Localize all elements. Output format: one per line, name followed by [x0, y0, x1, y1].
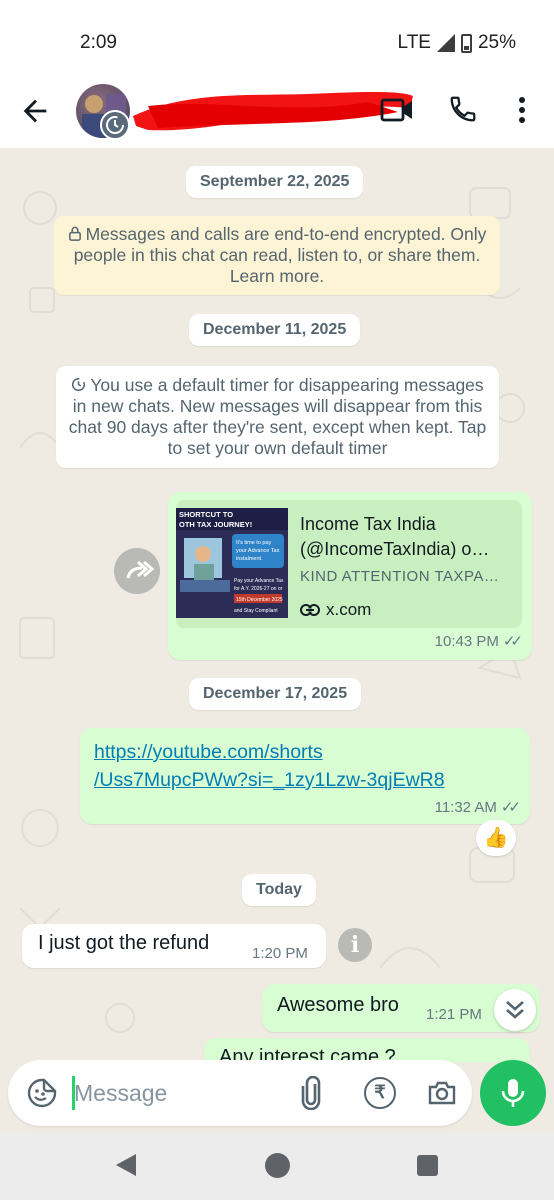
more-options-icon[interactable] [512, 94, 532, 126]
message-meta: 11:32 AM ✓✓ [434, 798, 521, 817]
status-time: 2:09 [80, 32, 117, 53]
svg-text:It's time to pay: It's time to pay [236, 540, 272, 546]
message-time: 11:32 AM [434, 798, 497, 816]
encryption-notice[interactable]: Messages and calls are end-to-end encryp… [54, 216, 500, 295]
chat-area[interactable]: September 22, 2025 Messages and calls ar… [0, 148, 554, 1062]
svg-text:and Stay Compliant: and Stay Compliant [234, 608, 278, 614]
date-separator: September 22, 2025 [186, 166, 364, 198]
read-receipt-icon: ✓✓ [500, 799, 521, 816]
forward-icon [126, 560, 155, 579]
message-meta: 10:43 PM ✓✓ [434, 632, 523, 651]
message-time: 10:43 PM [434, 632, 499, 650]
date-separator: December 11, 2025 [189, 314, 361, 346]
link-icon [300, 604, 320, 616]
svg-text:your Advance Tax: your Advance Tax [236, 548, 280, 554]
svg-text:SHORTCUT TO: SHORTCUT TO [179, 510, 233, 519]
youtube-link[interactable]: https://youtube.com/shorts /Uss7MupcPWw?… [94, 738, 445, 794]
payment-rupee-icon[interactable]: ₹ [364, 1077, 396, 1109]
youtube-link-line-2[interactable]: /Uss7MupcPWw?si=_1zy1Lzw-3qjEwR8 [94, 766, 445, 794]
voice-record-button[interactable] [480, 1060, 546, 1126]
network-type: LTE [397, 32, 431, 53]
chat-header [0, 80, 554, 148]
encryption-notice-text: Messages and calls are end-to-end encryp… [73, 224, 487, 286]
svg-text:for A.Y. 2026-27 on or: for A.Y. 2026-27 on or [234, 586, 283, 592]
battery-icon [460, 33, 472, 53]
forward-button[interactable] [114, 548, 160, 594]
message-composer: ₹ [8, 1060, 472, 1126]
timer-notice-text: You use a default timer for disappearing… [68, 375, 487, 458]
nav-recents-icon[interactable] [417, 1155, 438, 1176]
incoming-message[interactable]: I just got the refund 1:20 PM [22, 924, 326, 968]
read-receipt-icon: ✓✓ [502, 633, 523, 650]
message-time: 1:21 PM [426, 1006, 482, 1023]
link-preview-domain: x.com [300, 600, 371, 620]
nav-back-icon[interactable] [116, 1154, 136, 1176]
svg-text:Pay your Advance Tax: Pay your Advance Tax [234, 578, 284, 584]
svg-text:15th December 2025: 15th December 2025 [236, 597, 283, 603]
status-indicators: LTE 25% [398, 32, 516, 54]
microphone-icon [501, 1079, 525, 1107]
message-time: 1:20 PM [252, 945, 308, 962]
link-preview-thumbnail: SHORTCUT TO OTH TAX JOURNEY! It's time t… [176, 508, 288, 618]
disappearing-timer-notice[interactable]: You use a default timer for disappearing… [56, 366, 499, 468]
link-preview-title: Income Tax India (@IncomeTaxIndia) o… [300, 514, 490, 559]
sticker-emoji-icon[interactable] [26, 1077, 58, 1109]
outgoing-youtube-message[interactable]: https://youtube.com/shorts /Uss7MupcPWw?… [80, 728, 530, 824]
lock-icon [68, 226, 81, 241]
message-text: Awesome bro [277, 994, 399, 1016]
info-icon[interactable]: i [338, 928, 372, 962]
thumbs-up-reaction[interactable]: 👍 [476, 820, 516, 856]
date-separator: Today [242, 874, 316, 906]
battery-level: 25% [477, 32, 516, 53]
signal-icon [436, 34, 455, 52]
voice-call-icon[interactable] [448, 94, 478, 124]
back-arrow-icon[interactable] [18, 94, 52, 128]
disappearing-timer-badge-icon [100, 110, 130, 140]
scroll-to-bottom-button[interactable] [494, 989, 536, 1031]
outgoing-message-partial[interactable]: Any interest came ? [204, 1038, 530, 1062]
video-call-icon[interactable] [380, 97, 414, 123]
link-preview-description: KIND ATTENTION TAXPA… [300, 568, 500, 585]
svg-text:instalment.: instalment. [236, 556, 263, 562]
timer-icon [72, 377, 86, 392]
date-separator: December 17, 2025 [189, 678, 362, 710]
status-bar: 2:09 LTE 25% [0, 0, 554, 80]
message-input[interactable] [74, 1072, 274, 1114]
message-text: I just got the refund [38, 932, 210, 954]
camera-icon[interactable] [426, 1077, 458, 1109]
link-domain-text: x.com [326, 600, 372, 619]
outgoing-link-message[interactable]: SHORTCUT TO OTH TAX JOURNEY! It's time t… [168, 492, 532, 660]
redacted-contact-name[interactable] [128, 86, 418, 136]
system-navigation-bar [0, 1132, 554, 1200]
link-preview-card[interactable]: SHORTCUT TO OTH TAX JOURNEY! It's time t… [176, 500, 522, 628]
svg-text:OTH TAX JOURNEY!: OTH TAX JOURNEY! [179, 520, 252, 529]
nav-home-icon[interactable] [265, 1153, 290, 1178]
attachment-paperclip-icon[interactable] [296, 1076, 326, 1110]
double-chevron-down-icon [506, 1001, 524, 1019]
youtube-link-line-1[interactable]: https://youtube.com/shorts [94, 738, 445, 766]
